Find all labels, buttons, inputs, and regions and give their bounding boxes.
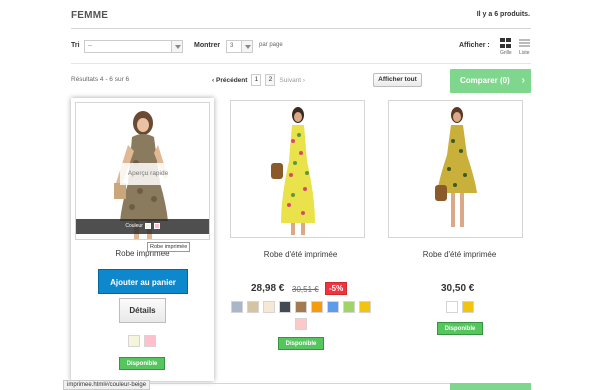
old-price-2: 30,51 € bbox=[292, 285, 319, 294]
list-view-label[interactable]: Liste bbox=[519, 50, 530, 56]
tooltip: Robe imprimée bbox=[147, 242, 191, 252]
chevron-right-icon: › bbox=[521, 75, 525, 86]
color-swatch[interactable] bbox=[295, 318, 307, 330]
sort-select-value: -- bbox=[88, 43, 92, 49]
sort-label: Tri bbox=[71, 42, 80, 49]
chevron-down-icon bbox=[171, 41, 182, 52]
color-swatch[interactable] bbox=[311, 301, 323, 313]
availability-badge-2: Disponible bbox=[278, 337, 324, 350]
page-1-link[interactable]: 1 bbox=[251, 74, 262, 86]
per-page-select[interactable]: 3 bbox=[226, 40, 253, 53]
page-2-current: 2 bbox=[265, 74, 276, 86]
price-3: 30,50 € bbox=[441, 283, 475, 294]
status-url: imprimee.html#/couleur-beige bbox=[63, 380, 151, 390]
pagination: ‹ Précédent 1 2 Suivant › bbox=[212, 74, 305, 86]
show-all-button[interactable]: Afficher tout bbox=[373, 73, 422, 87]
color-swatch[interactable] bbox=[279, 301, 291, 313]
price-2: 28,98 € bbox=[251, 283, 285, 294]
color-swatch[interactable] bbox=[359, 301, 371, 313]
color-swatch[interactable] bbox=[231, 301, 243, 313]
divider bbox=[71, 28, 531, 29]
product-name-3[interactable]: Robe d'été imprimée bbox=[388, 250, 531, 259]
color-swatch[interactable] bbox=[263, 301, 275, 313]
color-swatch[interactable] bbox=[144, 335, 156, 347]
show-label: Montrer bbox=[194, 42, 221, 49]
product-image-2[interactable] bbox=[230, 100, 365, 238]
color-swatch[interactable] bbox=[327, 301, 339, 313]
list-view-icon[interactable] bbox=[519, 39, 530, 49]
product-name-2[interactable]: Robe d'été imprimée bbox=[229, 250, 372, 259]
category-title: FEMME bbox=[71, 10, 109, 21]
product-photo bbox=[435, 107, 477, 227]
color-swatch[interactable] bbox=[446, 301, 458, 313]
product-image-1[interactable]: Aperçu rapide Couleur bbox=[75, 102, 210, 240]
quick-view-button[interactable]: Aperçu rapide bbox=[120, 163, 176, 185]
results-summary: Résultats 4 - 6 sur 6 bbox=[71, 76, 130, 83]
chevron-down-icon bbox=[241, 41, 252, 52]
product-name-1[interactable]: Robe imprimée bbox=[71, 249, 214, 258]
details-button[interactable]: Détails bbox=[119, 298, 166, 323]
color-swatch[interactable] bbox=[247, 301, 259, 313]
add-to-cart-button[interactable]: Ajouter au panier bbox=[98, 269, 188, 294]
prev-page-link[interactable]: ‹ Précédent bbox=[212, 77, 247, 84]
availability-badge-3: Disponible bbox=[437, 322, 483, 335]
color-swatch[interactable] bbox=[462, 301, 474, 313]
color-bar: Couleur bbox=[76, 219, 209, 234]
per-page-value: 3 bbox=[230, 43, 234, 49]
color-swatch-beige[interactable] bbox=[145, 222, 152, 229]
availability-badge-1: Disponible bbox=[119, 357, 165, 370]
compare-label: Comparer (0) bbox=[460, 76, 510, 85]
color-label: Couleur bbox=[125, 223, 143, 229]
color-swatch-pink[interactable] bbox=[153, 222, 160, 229]
grid-view-icon[interactable] bbox=[500, 38, 511, 48]
compare-button-bottom[interactable] bbox=[450, 383, 531, 390]
view-label: Afficher : bbox=[459, 42, 490, 49]
next-page-link: Suivant › bbox=[279, 76, 306, 84]
color-swatch[interactable] bbox=[295, 301, 307, 313]
sort-select[interactable]: -- bbox=[84, 40, 183, 53]
color-swatch[interactable] bbox=[128, 335, 140, 347]
product-count: Il y a 6 produits. bbox=[476, 11, 530, 18]
color-swatch[interactable] bbox=[343, 301, 355, 313]
discount-badge: -5% bbox=[325, 282, 348, 295]
grid-view-label[interactable]: Grille bbox=[500, 50, 512, 56]
divider bbox=[71, 63, 531, 64]
product-photo bbox=[271, 107, 315, 235]
compare-button[interactable]: Comparer (0) › bbox=[450, 69, 531, 93]
product-card-1[interactable]: Aperçu rapide Couleur Robe imprimée bbox=[71, 98, 214, 381]
product-image-3[interactable] bbox=[388, 100, 523, 238]
per-page-suffix: par page bbox=[259, 42, 283, 48]
